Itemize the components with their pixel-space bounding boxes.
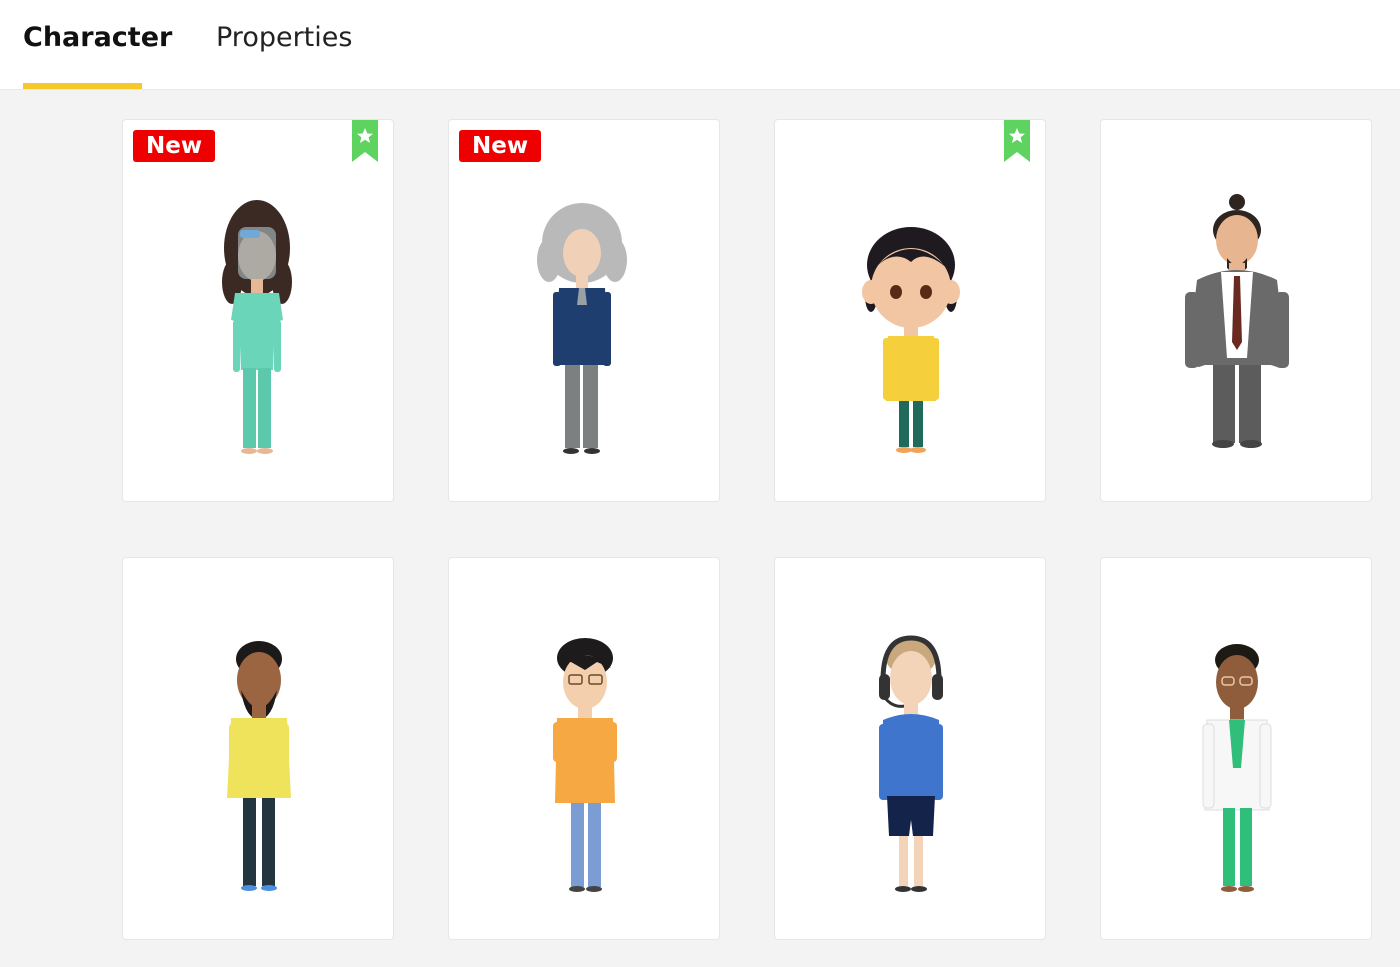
character-card-3[interactable] xyxy=(774,119,1046,502)
character-card-4[interactable] xyxy=(1100,119,1372,502)
character-card-5[interactable] xyxy=(122,557,394,940)
character-illustration xyxy=(222,200,292,454)
tab-label: Properties xyxy=(216,22,353,53)
character-illustration xyxy=(553,638,617,892)
character-card-7[interactable] xyxy=(774,557,1046,940)
top-tab-bar: Character Properties xyxy=(0,0,1400,90)
character-illustration xyxy=(537,203,627,454)
tab-character[interactable]: Character xyxy=(23,22,172,89)
character-illustration xyxy=(227,641,291,891)
character-card-2[interactable]: New xyxy=(448,119,720,502)
character-card-1[interactable]: New xyxy=(122,119,394,502)
tab-properties[interactable]: Properties xyxy=(216,22,356,89)
character-card-8[interactable] xyxy=(1100,557,1372,940)
character-illustration xyxy=(1202,644,1272,892)
active-tab-indicator xyxy=(23,83,142,89)
character-illustration xyxy=(862,227,960,453)
character-illustration xyxy=(879,635,943,892)
character-illustration xyxy=(1185,194,1289,448)
tab-label: Character xyxy=(23,22,173,53)
character-card-6[interactable] xyxy=(448,557,720,940)
